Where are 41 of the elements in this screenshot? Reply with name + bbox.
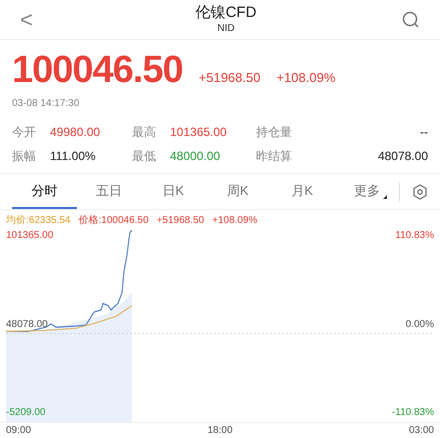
stat-label: 今开 xyxy=(12,124,37,141)
stat-value: 48078.00 xyxy=(376,148,428,165)
axis-label: -5209.00 xyxy=(6,406,46,420)
settings-icon[interactable] xyxy=(412,184,428,200)
stat-label: 最高 xyxy=(132,124,157,141)
stat-label: 振幅 xyxy=(12,148,37,165)
symbol-code: NID xyxy=(217,22,235,36)
axis-label: 110.83% xyxy=(395,229,434,243)
last-price: 100046.50 xyxy=(12,48,183,92)
stat-value: 111.00% xyxy=(50,148,97,165)
chart-change: +51968.50 xyxy=(156,214,204,228)
stat-value: -- xyxy=(419,124,428,141)
axis-label: 101365.00 xyxy=(6,229,54,243)
average-price: 均价:62335.54 xyxy=(6,214,70,228)
stat-label: 昨结算 xyxy=(256,148,293,165)
time-label: 18:00 xyxy=(207,424,233,438)
stat-value: 101365.00 xyxy=(170,124,228,141)
caret-icon xyxy=(383,194,387,198)
axis-label: -110.83% xyxy=(392,406,434,420)
chart-price: 价格:100046.50 xyxy=(78,214,149,228)
stat-value: 48000.00 xyxy=(170,148,222,165)
price-change: +51968.50 xyxy=(198,69,260,87)
percent-change: +108.09% xyxy=(276,69,336,87)
axis-label: 0.00% xyxy=(406,318,434,332)
chart-tab[interactable]: 五日 xyxy=(76,174,141,209)
chart-tab[interactable]: 周K xyxy=(206,174,270,209)
axis-label: 48078.00 xyxy=(6,318,48,332)
chart-tab[interactable]: 分时 xyxy=(12,174,76,209)
chart-tab[interactable]: 更多 xyxy=(334,174,399,209)
search-icon[interactable] xyxy=(402,10,420,28)
stat-value: 49980.00 xyxy=(50,124,102,141)
chart-percent: +108.09% xyxy=(212,214,258,228)
stat-label: 持仓量 xyxy=(256,124,293,141)
time-label: 09:00 xyxy=(6,424,32,438)
chart-tab[interactable]: 月K xyxy=(270,174,334,209)
stat-label: 最低 xyxy=(132,148,157,165)
back-button[interactable]: < xyxy=(20,3,50,36)
chart-tab[interactable]: 日K xyxy=(141,174,206,209)
quote-time: 03-08 14:17:30 xyxy=(11,97,80,111)
page-title: 伦镍CFD xyxy=(196,4,256,22)
time-label: 03:00 xyxy=(408,424,434,438)
